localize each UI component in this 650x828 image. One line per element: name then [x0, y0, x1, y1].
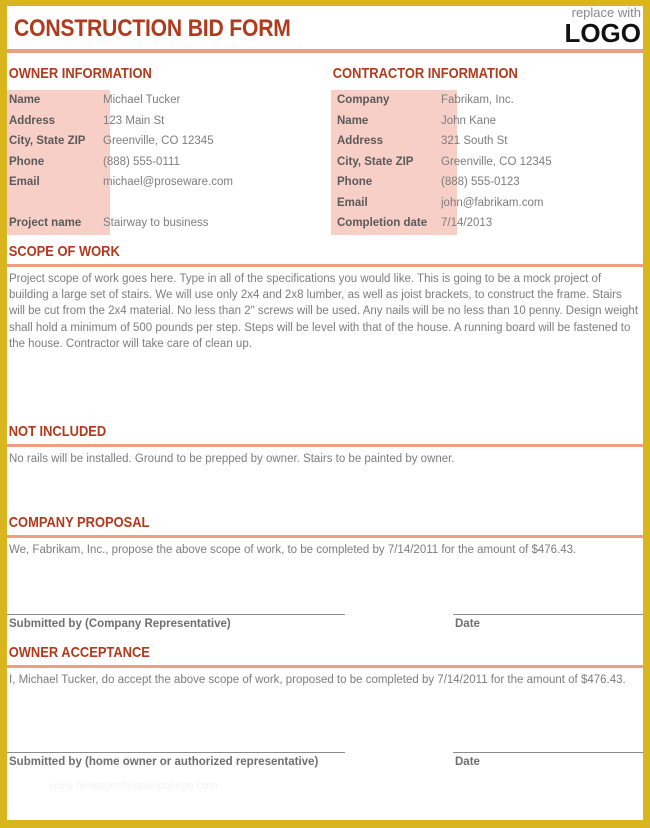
company-signature-name-cell[interactable]: Submitted by (Company Representative) — [7, 614, 345, 630]
table-row: Completion date 7/14/2013 — [331, 213, 643, 234]
owner-signature-date-cell[interactable]: Date — [453, 751, 643, 768]
not-included-heading: NOT INCLUDED — [8, 422, 107, 440]
contractor-email-label: Email — [337, 196, 368, 209]
owner-signature-label: Submitted by (home owner or authorized r… — [9, 755, 319, 768]
owner-address-value: 123 Main St — [103, 114, 165, 127]
table-row: Company Fabrikam, Inc. — [331, 90, 643, 111]
completion-date-label: Completion date — [337, 217, 428, 230]
completion-date-value: 7/14/2013 — [441, 217, 493, 230]
contractor-city-state-zip-value: Greenville, CO 12345 — [441, 155, 552, 168]
contractor-address-label: Address — [337, 135, 384, 148]
owner-information-heading: OWNER INFORMATION — [8, 65, 152, 82]
table-row: Address 321 South St — [331, 131, 643, 152]
contractor-phone-label: Phone — [337, 176, 373, 189]
owner-city-state-zip-value: Greenville, CO 12345 — [103, 135, 214, 148]
logo-text: LOGO — [564, 18, 641, 48]
project-name-label: Project name — [9, 216, 82, 229]
page-title: CONSTRUCTION BID FORM — [14, 15, 291, 42]
owner-phone-label: Phone — [9, 155, 45, 168]
table-row: Project name Stairway to business — [7, 213, 317, 234]
document-header: CONSTRUCTION BID FORM replace with LOGO — [7, 6, 643, 49]
table-row: Email john@fabrikam.com — [331, 193, 643, 214]
owner-acceptance-text: I, Michael Tucker, do accept the above s… — [9, 674, 626, 687]
contractor-company-value: Fabrikam, Inc. — [441, 94, 514, 107]
owner-city-state-zip-label: City, State ZIP — [9, 135, 86, 148]
contractor-information-rows: Company Fabrikam, Inc. Name John Kane Ad… — [331, 90, 643, 234]
owner-name-value: Michael Tucker — [103, 94, 181, 107]
owner-rows-spacer — [7, 193, 317, 213]
company-signature-block: Submitted by (Company Representative) Da… — [7, 614, 643, 630]
owner-address-label: Address — [9, 114, 56, 127]
owner-information-rows: Name Michael Tucker Address 123 Main St … — [7, 90, 317, 233]
company-signature-date-cell[interactable]: Date — [453, 614, 643, 630]
company-proposal-text: We, Fabrikam, Inc., propose the above sc… — [9, 543, 577, 556]
owner-email-value: michael@proseware.com — [103, 176, 233, 189]
owner-email-label: Email — [9, 176, 40, 189]
company-proposal-heading: COMPANY PROPOSAL — [8, 513, 150, 531]
owner-signature-name-cell[interactable]: Submitted by (home owner or authorized r… — [7, 751, 345, 768]
project-name-value: Stairway to business — [103, 216, 209, 229]
information-section: OWNER INFORMATION Name Michael Tucker Ad… — [7, 65, 643, 235]
watermark: www.heritagechristiancollege.com — [49, 780, 218, 792]
owner-date-label: Date — [455, 755, 480, 768]
table-row: Address 123 Main St — [7, 111, 317, 132]
scope-of-work-text: Project scope of work goes here. Type in… — [9, 272, 639, 351]
contractor-name-label: Name — [337, 114, 369, 127]
table-row: Name John Kane — [331, 111, 643, 132]
scope-of-work-heading: SCOPE OF WORK — [8, 242, 120, 260]
logo-placeholder: replace with LOGO — [564, 6, 641, 46]
contractor-city-state-zip-label: City, State ZIP — [337, 155, 414, 168]
owner-name-label: Name — [9, 94, 41, 107]
contractor-company-label: Company — [337, 94, 390, 107]
contractor-email-value: john@fabrikam.com — [441, 196, 544, 209]
table-row: City, State ZIP Greenville, CO 12345 — [331, 152, 643, 173]
table-row: Email michael@proseware.com — [7, 172, 317, 193]
contractor-name-value: John Kane — [441, 114, 496, 127]
table-row: City, State ZIP Greenville, CO 12345 — [7, 131, 317, 152]
contractor-information-column: CONTRACTOR INFORMATION Company Fabrikam,… — [325, 65, 643, 235]
company-signature-label: Submitted by (Company Representative) — [9, 618, 231, 631]
contractor-phone-value: (888) 555-0123 — [441, 176, 520, 189]
owner-information-column: OWNER INFORMATION Name Michael Tucker Ad… — [7, 65, 325, 235]
owner-phone-value: (888) 555-0111 — [103, 155, 180, 168]
table-row: Name Michael Tucker — [7, 90, 317, 111]
owner-signature-block: Submitted by (home owner or authorized r… — [7, 751, 643, 768]
bid-form-page: CONSTRUCTION BID FORM replace with LOGO … — [0, 0, 650, 828]
page-inner: CONSTRUCTION BID FORM replace with LOGO … — [7, 6, 643, 820]
not-included-text: No rails will be installed. Ground to be… — [9, 452, 455, 465]
contractor-address-value: 321 South St — [441, 135, 508, 148]
owner-acceptance-heading: OWNER ACCEPTANCE — [8, 644, 150, 662]
table-row: Phone (888) 555-0123 — [331, 172, 643, 193]
table-row: Phone (888) 555-0111 — [7, 152, 317, 173]
company-date-label: Date — [455, 618, 480, 631]
contractor-information-heading: CONTRACTOR INFORMATION — [332, 65, 518, 82]
